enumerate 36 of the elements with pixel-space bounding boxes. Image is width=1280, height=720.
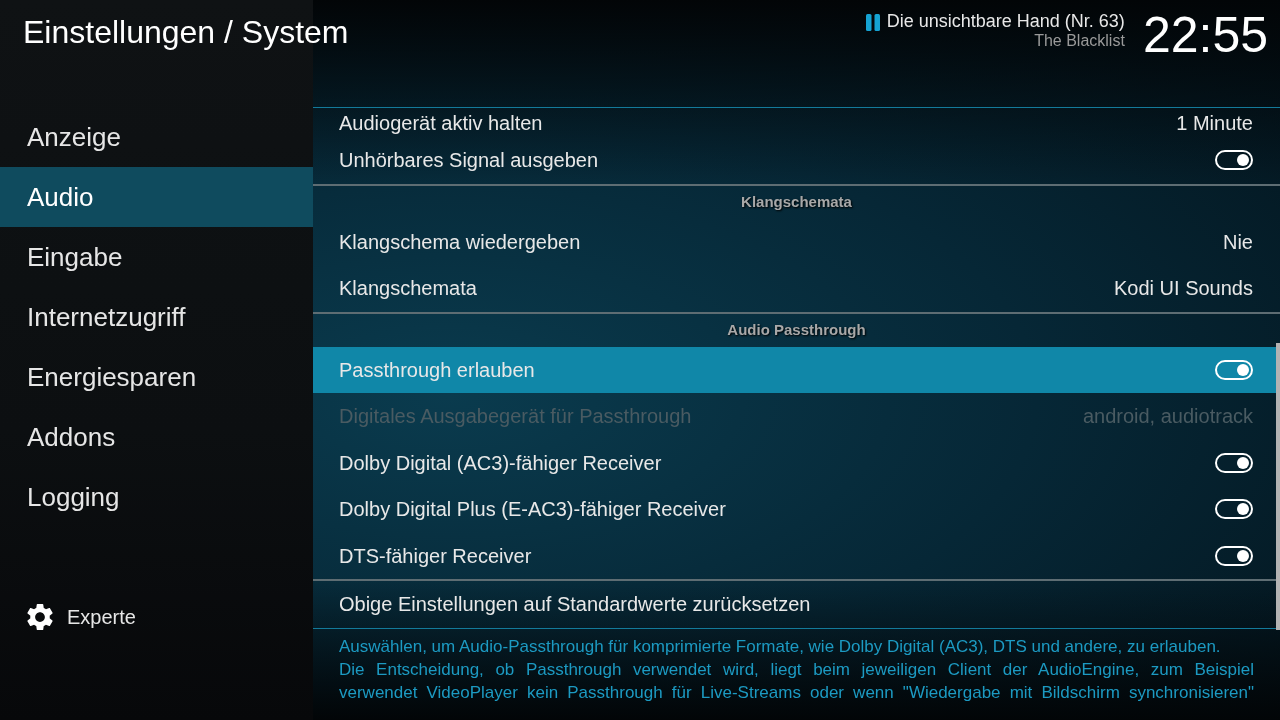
settings-level-button[interactable]: Experte <box>27 597 136 637</box>
setting-value: Kodi UI Sounds <box>1114 276 1253 302</box>
help-text: Die Entscheidung, ob Passthrough verwendet wird, liegt beim jeweiligen Client der AudioEngine, zum Beispiel verwendet VideoPlayer kein Passthrough für Live-Streams oder wenn "Wiedergabe mit Bildschirm synchronisieren" <box>339 658 1254 704</box>
setting-item[interactable]: Klangschema wiedergeben Nie <box>313 218 1280 265</box>
setting-value: 1 Minute <box>1176 110 1253 136</box>
setting-value: Nie <box>1223 229 1253 255</box>
sidebar-item[interactable]: Audio <box>0 167 313 227</box>
sidebar-item[interactable]: Logging <box>0 467 313 527</box>
toggle-switch[interactable] <box>1215 150 1253 171</box>
help-text: Auswählen, um Audio-Passthrough für komprimierte Formate, wie Dolby Digital (AC3), DTS und andere, zu erlauben. <box>339 635 1222 658</box>
sidebar-item[interactable]: Internetzugriff <box>0 287 313 347</box>
setting-item[interactable]: Obige Einstellungen auf Standardwerte zurücksetzen <box>313 581 1280 628</box>
setting-item[interactable]: Unhörbares Signal ausgeben <box>313 137 1280 184</box>
setting-item[interactable]: Audiogerät aktiv halten 1 Minute <box>313 108 1280 137</box>
gear-icon <box>27 604 53 630</box>
toggle-switch[interactable] <box>1215 499 1253 520</box>
sidebar-item[interactable]: Addons <box>0 407 313 467</box>
now-playing-title: Die unsichtbare Hand (Nr. 63) <box>886 10 1125 32</box>
setting-item[interactable]: Klangschemata Kodi UI Sounds <box>313 265 1280 312</box>
scrollbar[interactable] <box>1276 343 1280 630</box>
sidebar-item[interactable]: Anzeige <box>0 107 313 167</box>
section-header: Klangschemata <box>741 191 852 212</box>
setting-item[interactable]: Dolby Digital Plus (E-AC3)-fähiger Receiver <box>313 486 1280 533</box>
setting-item[interactable]: DTS-fähiger Receiver <box>313 532 1280 579</box>
page-title: Einstellungen / System <box>23 14 349 51</box>
section-header: Audio Passthrough <box>727 319 866 340</box>
clock: 22:55 <box>1142 10 1268 60</box>
pause-icon <box>865 14 880 31</box>
toggle-switch[interactable] <box>1215 545 1253 566</box>
now-playing-show: The Blacklist <box>1034 32 1125 50</box>
toggle-switch[interactable] <box>1215 359 1253 380</box>
sidebar-item[interactable]: Eingabe <box>0 227 313 287</box>
setting-item[interactable]: Dolby Digital (AC3)-fähiger Receiver <box>313 439 1280 486</box>
setting-value: android, audiotrack <box>1082 404 1253 430</box>
sidebar-item[interactable]: Energiesparen <box>0 347 313 407</box>
toggle-switch[interactable] <box>1215 452 1253 473</box>
